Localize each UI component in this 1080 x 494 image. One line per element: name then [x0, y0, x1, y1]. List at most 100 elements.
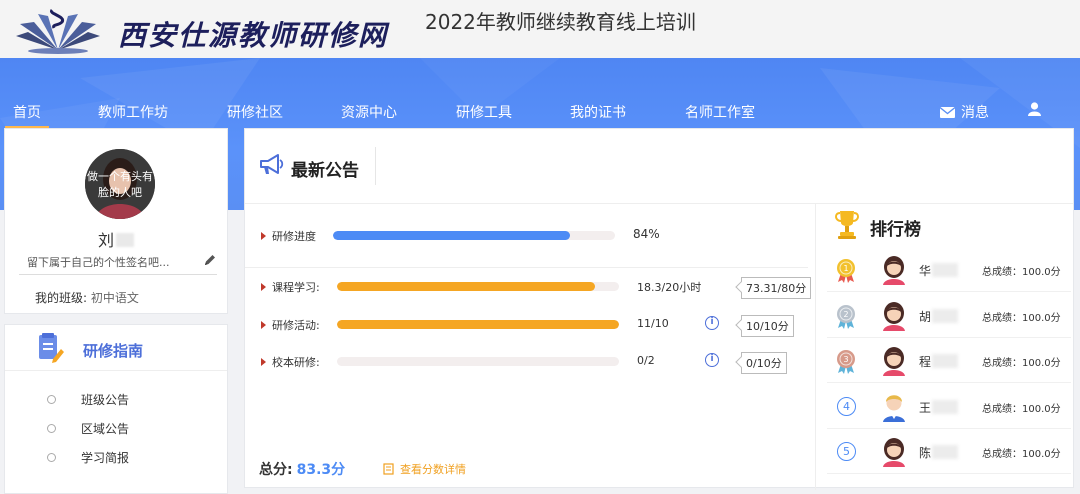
mail-icon [940, 106, 955, 118]
messages-button[interactable]: 消息 [940, 102, 989, 122]
ranking-row[interactable]: 1 华 总成绩：100.0分 [827, 247, 1071, 292]
medal-icon: 3 [837, 350, 855, 374]
female-avatar-icon [883, 256, 905, 285]
guide-header: 研修指南 [5, 325, 227, 371]
site-title: 2022年教师继续教育线上培训 [425, 10, 696, 34]
profile-card: 做一个有头有脸的人吧 刘 留下属于自己的个性签名吧... 我的班级: 初中语文 [4, 128, 228, 314]
school-research-label: 校本研修: [261, 354, 320, 370]
rank-name-text: 王 [919, 400, 932, 415]
school-research-value: 0/2 [637, 354, 655, 367]
view-score-details-link[interactable]: 查看分数详情 [383, 461, 466, 477]
ranking-row[interactable]: 4 王 总成绩：100.0分 [827, 384, 1071, 429]
overall-progress-fill [333, 231, 570, 240]
svg-text:3: 3 [843, 355, 848, 364]
nav-teacher-workshop[interactable]: 教师工作坊 [98, 102, 168, 122]
total-label: 总分: [259, 462, 293, 478]
avatar[interactable]: 做一个有头有脸的人吧 [85, 149, 155, 219]
name-redaction [932, 263, 959, 277]
class-value[interactable]: 初中语文 [91, 291, 139, 305]
female-avatar-icon [883, 438, 905, 467]
school-research-score: 0/10分 [741, 352, 787, 374]
ranking-row[interactable]: 3 程 总成绩：100.0分 [827, 338, 1071, 383]
rank-score: 总成绩：100.0分 [982, 312, 1061, 324]
divider [19, 274, 217, 275]
guide-link-region-announcement[interactable]: 区域公告 [47, 420, 129, 437]
guide-link-label: 区域公告 [81, 422, 130, 436]
trophy-icon [835, 211, 859, 239]
signature[interactable]: 留下属于自己的个性签名吧... [27, 254, 170, 270]
edit-pencil-icon[interactable] [203, 253, 217, 267]
research-activity-bar [337, 320, 619, 329]
rank-score: 总成绩：100.0分 [982, 267, 1061, 278]
guide-link-label: 班级公告 [81, 393, 130, 407]
bullet-circle-icon [47, 424, 56, 433]
nav-community[interactable]: 研修社区 [227, 102, 283, 122]
document-icon [383, 463, 394, 475]
logo-text: 西安仕源教师研修网 [118, 19, 389, 52]
guide-link-class-announcement[interactable]: 班级公告 [47, 391, 129, 408]
nav-resources[interactable]: 资源中心 [341, 102, 397, 122]
total-value: 83.3分 [296, 462, 346, 478]
guide-title: 研修指南 [83, 342, 144, 360]
user-name-text: 刘 [97, 231, 114, 250]
bullet-circle-icon [47, 453, 56, 462]
class-label: 我的班级: [35, 291, 88, 305]
rank-name-text: 陈 [919, 446, 932, 460]
course-study-fill [337, 282, 596, 291]
course-study-label: 课程学习: [261, 279, 320, 295]
megaphone-icon [260, 154, 284, 174]
announcement-title: 最新公告 [291, 161, 359, 181]
rank-number: 5 [837, 442, 856, 461]
nav-home[interactable]: 首页 [5, 102, 49, 128]
medal-icon: 1 [837, 259, 855, 283]
ranking-row[interactable]: 5 陈 总成绩：100.0分 [827, 429, 1071, 474]
section-divider [245, 267, 808, 268]
nav-tools[interactable]: 研修工具 [456, 102, 512, 122]
research-activity-score: 10/10分 [741, 315, 794, 337]
main-nav: 首页 教师工作坊 研修社区 资源中心 研修工具 我的证书 名师工作室 消息 [0, 100, 1080, 128]
guide-link-label: 学习简报 [81, 451, 130, 465]
rank-score: 总成绩：100.0分 [982, 358, 1061, 369]
svg-text:1: 1 [843, 264, 848, 273]
messages-label: 消息 [961, 105, 989, 121]
my-class: 我的班级: 初中语文 [35, 289, 139, 306]
name-redaction [932, 445, 959, 459]
top-header: 西安仕源教师研修网 2022年教师继续教育线上培训 [0, 0, 1080, 58]
detail-link-label: 查看分数详情 [400, 463, 466, 476]
course-study-bar [337, 282, 619, 291]
ranking-row[interactable]: 2 胡 总成绩：100.0分 [827, 293, 1071, 338]
info-icon[interactable]: i [705, 316, 719, 330]
school-research-bar [337, 357, 619, 366]
male-avatar-icon [883, 394, 905, 422]
info-icon[interactable]: i [705, 353, 719, 367]
rank-score: 总成绩：100.0分 [982, 449, 1061, 460]
announcement-header: 最新公告 [245, 129, 1073, 204]
site-logo-icon[interactable] [8, 6, 108, 56]
nav-certificates[interactable]: 我的证书 [570, 102, 626, 122]
nav-master-studio[interactable]: 名师工作室 [685, 102, 755, 122]
overall-progress-bar [333, 231, 615, 240]
announcement-panel: 最新公告 研修进度 84% 课程学习: 18.3/20小时 73.31/80分 … [244, 128, 1074, 490]
bullet-circle-icon [47, 395, 56, 404]
total-score: 总分: 83.3分 [259, 459, 345, 479]
rank-name: 程 [919, 353, 959, 370]
rank-name: 胡 [919, 308, 959, 325]
research-activity-label: 研修活动: [261, 317, 320, 333]
course-study-score: 73.31/80分 [741, 277, 812, 299]
rank-name: 华 [919, 262, 959, 279]
rank-number: 4 [837, 396, 856, 416]
study-guide-card: 研修指南 班级公告 区域公告 学习简报 [4, 324, 228, 494]
rank-score: 总成绩：100.0分 [982, 403, 1061, 415]
research-activity-fill [337, 320, 619, 329]
name-redaction [932, 308, 959, 323]
header-separator [375, 147, 376, 185]
user-menu-button[interactable] [1028, 102, 1041, 116]
guide-link-study-brief[interactable]: 学习简报 [47, 449, 129, 466]
research-activity-value: 11/10 [637, 317, 669, 330]
rank-name: 陈 [919, 444, 959, 461]
name-redaction [116, 233, 134, 247]
medal-icon: 2 [837, 304, 855, 329]
progress-label: 研修进度 [261, 228, 316, 244]
user-name: 刘 [5, 227, 227, 251]
avatar-caption: 做一个有头有脸的人吧 [87, 170, 153, 199]
